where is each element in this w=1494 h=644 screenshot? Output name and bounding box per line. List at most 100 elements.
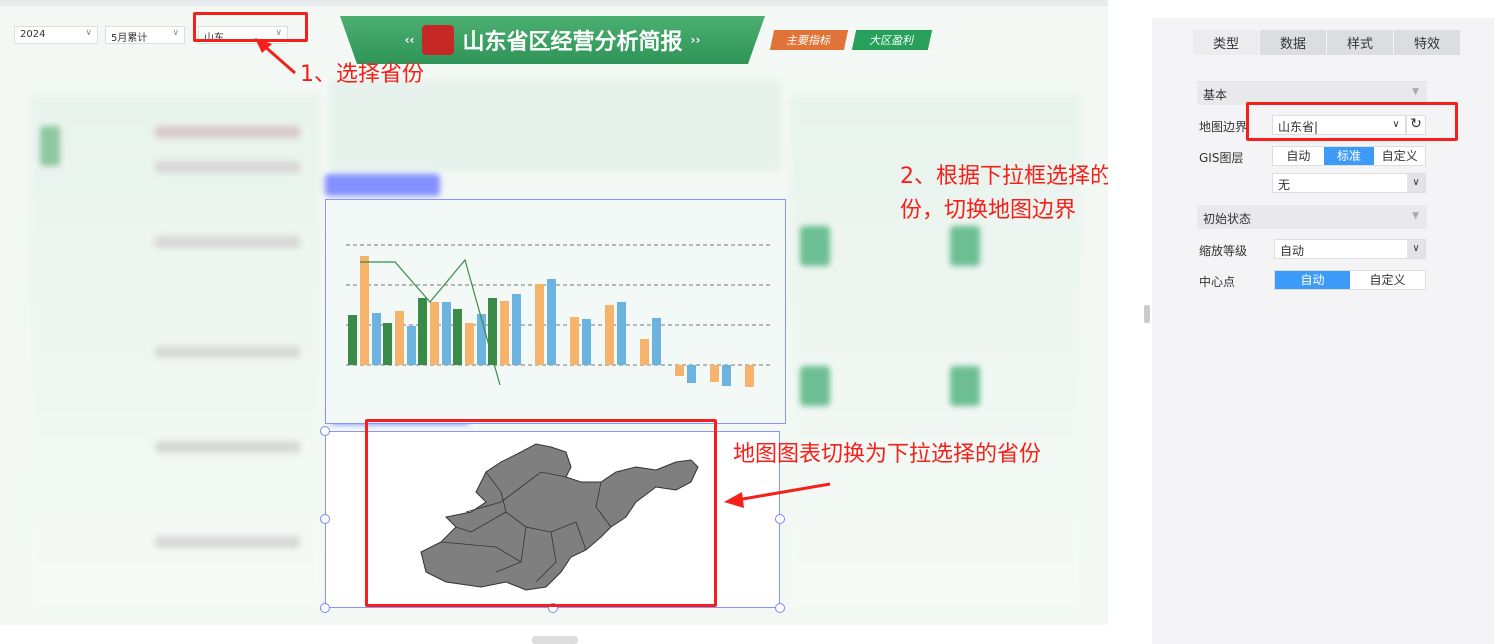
- bar-orange: [570, 317, 579, 365]
- collapse-icon: ▼: [1412, 211, 1419, 221]
- chevron-down-icon: ∨: [172, 28, 179, 38]
- collapse-icon: ▼: [1412, 87, 1419, 97]
- blurred-text: [155, 126, 300, 138]
- bar-green: [418, 298, 427, 365]
- bar-orange: [675, 365, 684, 376]
- bar-orange: [360, 256, 369, 365]
- properties-panel: 类型 数据 样式 特效 基本 ▼ 地图边界 山东省| ∨ ↻ GIS图层 自动 标准…: [1152, 0, 1494, 644]
- splitter-handle[interactable]: [1144, 305, 1150, 323]
- tab-type[interactable]: 类型: [1193, 30, 1259, 55]
- center-option-custom[interactable]: 自定义: [1350, 271, 1425, 289]
- bar-orange: [430, 302, 439, 365]
- map-annotation: 地图图表切换为下拉选择的省份: [733, 442, 1042, 467]
- blurred-icon: [950, 226, 980, 266]
- gis-option-custom[interactable]: 自定义: [1374, 147, 1425, 165]
- map-boundary-label: 地图边界: [1199, 120, 1248, 134]
- bar-orange: [465, 323, 474, 365]
- step1-annotation: 1、选择省份: [300, 62, 424, 87]
- resize-handle[interactable]: [320, 514, 330, 524]
- gis-option-auto[interactable]: 自动: [1273, 147, 1324, 165]
- arrow-icon: [255, 38, 296, 75]
- bar-green: [383, 323, 392, 365]
- tab-data[interactable]: 数据: [1260, 30, 1326, 55]
- tab-effects[interactable]: 特效: [1394, 30, 1460, 55]
- blurred-chart-title: [325, 174, 440, 196]
- gis-layer-label: GIS图层: [1199, 151, 1244, 165]
- center-option-auto[interactable]: 自动: [1275, 271, 1350, 289]
- bar-blue: [687, 365, 696, 383]
- region-profit-button[interactable]: 大区盈利: [851, 30, 933, 50]
- page-title: 山东省区经营分析简报: [462, 30, 683, 55]
- blurred-text: [155, 536, 300, 548]
- gis-layer-select[interactable]: 无 ∨: [1272, 173, 1426, 193]
- bar-blue: [617, 302, 626, 365]
- highlight-map-boundary: [1246, 102, 1458, 141]
- bar-blue: [652, 318, 661, 365]
- left-arrows: ‹‹: [404, 33, 415, 47]
- section-title: 初始状态: [1203, 212, 1252, 226]
- resize-handle[interactable]: [775, 603, 785, 613]
- bar-blue: [407, 326, 416, 365]
- tsingtao-logo: [422, 25, 455, 55]
- blurred-text: [155, 236, 300, 248]
- tab-style[interactable]: 样式: [1327, 30, 1393, 55]
- resize-handle[interactable]: [320, 426, 330, 436]
- bar-chart-widget[interactable]: [325, 199, 786, 424]
- region-profit-label: 大区盈利: [868, 34, 916, 47]
- step2-annotation-line2: 份，切换地图边界: [900, 198, 1077, 223]
- bar-orange: [745, 365, 754, 387]
- center-kpi-row: [330, 81, 780, 171]
- bar-blue: [547, 279, 556, 365]
- gis-layer-value: 无: [1278, 178, 1291, 192]
- blurred-text: [155, 161, 300, 173]
- resize-handle[interactable]: [320, 603, 330, 613]
- blurred-icon: [800, 226, 830, 266]
- resize-handle[interactable]: [775, 514, 785, 524]
- scrollbar-handle[interactable]: [532, 636, 578, 644]
- bar-blue: [512, 294, 521, 365]
- gis-layer-segmented[interactable]: 自动 标准 自定义: [1272, 146, 1426, 166]
- period-select[interactable]: 5月累计 ∨: [105, 26, 185, 44]
- panel-top-strip: [1152, 0, 1494, 18]
- zoom-level-value: 自动: [1280, 244, 1305, 258]
- blurred-icon: [40, 126, 60, 166]
- bar-blue: [722, 365, 731, 386]
- zoom-level-label: 缩放等级: [1199, 244, 1248, 258]
- blurred-icon: [800, 366, 830, 406]
- tab-label: 样式: [1346, 37, 1373, 52]
- chevron-down-icon[interactable]: ∨: [1407, 174, 1425, 192]
- year-select[interactable]: 2024 ∨: [14, 26, 98, 44]
- bar-orange: [395, 311, 404, 365]
- gis-option-standard[interactable]: 标准: [1323, 147, 1375, 165]
- year-value: 2024: [20, 29, 46, 40]
- tab-label: 类型: [1212, 37, 1239, 52]
- bar-orange: [535, 284, 544, 365]
- tab-label: 特效: [1413, 37, 1440, 52]
- tab-label: 数据: [1279, 37, 1306, 52]
- section-initial-state[interactable]: 初始状态 ▼: [1197, 205, 1427, 229]
- zoom-level-select[interactable]: 自动 ∨: [1274, 239, 1426, 259]
- bar-blue: [582, 319, 591, 365]
- blurred-text: [155, 346, 300, 358]
- center-point-label: 中心点: [1199, 275, 1236, 289]
- highlight-map: [365, 419, 717, 607]
- step2-annotation-line1: 2、根据下拉框选择的省: [900, 164, 1134, 189]
- section-title: 基本: [1203, 88, 1228, 102]
- blurred-text: [155, 441, 300, 453]
- bar-orange: [500, 301, 509, 365]
- bar-orange: [605, 305, 614, 365]
- main-indicators-button[interactable]: 主要指标: [769, 30, 849, 50]
- chevron-down-icon[interactable]: ∨: [1407, 240, 1425, 258]
- bar-green: [488, 298, 497, 365]
- period-value: 5月累计: [111, 33, 148, 44]
- center-point-segmented[interactable]: 自动 自定义: [1274, 270, 1426, 290]
- bar-blue: [442, 302, 451, 365]
- bar-blue: [372, 313, 381, 365]
- arrow-icon: [724, 482, 831, 508]
- bar-green: [348, 315, 357, 365]
- splitter: [1108, 0, 1152, 644]
- main-indicators-label: 主要指标: [785, 34, 833, 47]
- bar-blue: [477, 314, 486, 365]
- bar-orange: [640, 339, 649, 365]
- blurred-icon: [950, 366, 980, 406]
